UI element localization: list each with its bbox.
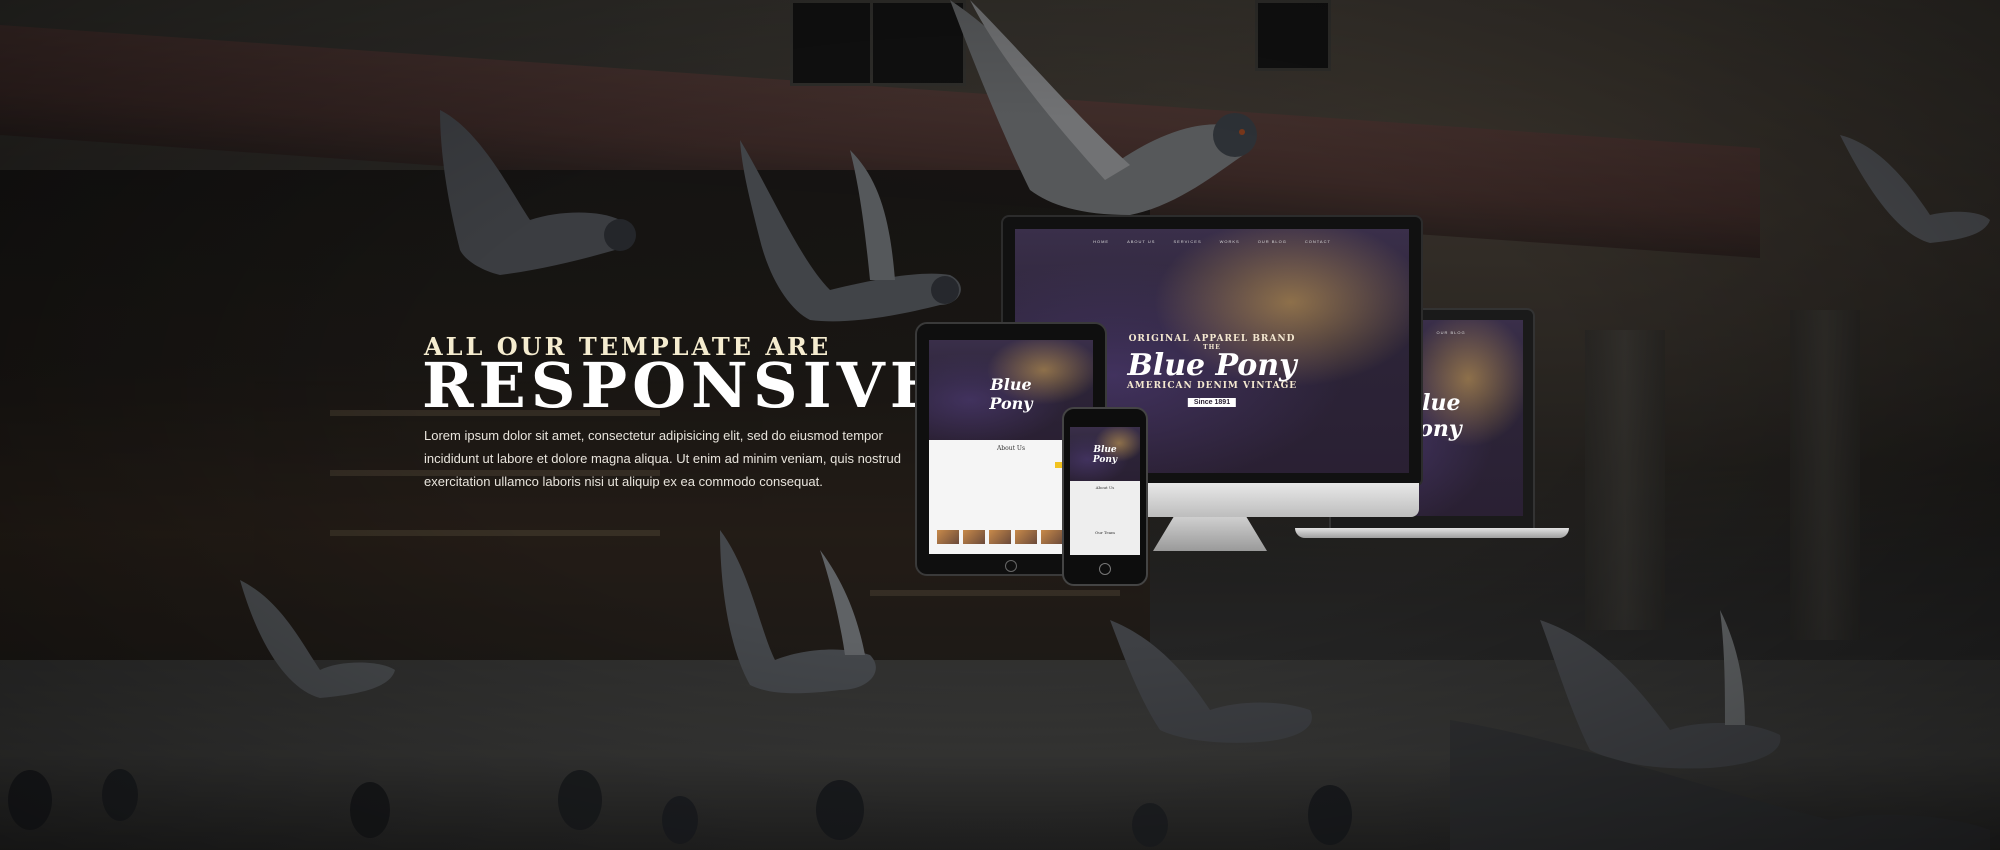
hero-title: RESPONSIVE <box>422 349 942 422</box>
hero-description: Lorem ipsum dolor sit amet, consectetur … <box>424 428 901 489</box>
nav-item: ABOUT US <box>1127 239 1156 244</box>
brand-name: Blue Pony <box>989 375 1033 413</box>
thumbnail <box>937 530 959 544</box>
nav-item: CONTACT <box>1304 239 1331 244</box>
brand-tagline: ORIGINAL APPAREL BRAND <box>1128 334 1296 344</box>
brand-since: Since 1891 <box>1187 398 1237 407</box>
tablet-home-button <box>1005 560 1017 572</box>
thumbnail-row <box>937 530 1063 544</box>
thumbnail <box>1041 530 1063 544</box>
team-heading: Our Team <box>1095 530 1115 535</box>
nav-item: OUR BLOG <box>1436 330 1466 335</box>
site-nav: HOME ABOUT US SERVICES WORKS OUR BLOG CO… <box>1015 239 1409 244</box>
thumbnail <box>963 530 985 544</box>
brand-name: Blue Pony <box>1092 445 1118 465</box>
nav-item: SERVICES <box>1173 239 1202 244</box>
desktop-stand <box>1153 517 1267 551</box>
nav-item: WORKS <box>1219 239 1240 244</box>
about-heading: About Us <box>1095 485 1115 490</box>
phone-home-button <box>1099 563 1111 575</box>
nav-item: HOME <box>1093 239 1110 244</box>
site-logo: Blue Pony <box>1088 445 1123 465</box>
hero-section: ALL OUR TEMPLATE ARE RESPONSIVE Lorem ip… <box>0 0 2000 850</box>
phone-mockup: Blue Pony About Us Our Team <box>1062 407 1148 586</box>
laptop-base <box>1295 528 1569 538</box>
site-logo: ORIGINAL APPAREL BRAND THE Blue Pony AME… <box>1127 334 1297 409</box>
phone-screen: Blue Pony About Us Our Team <box>1070 427 1140 555</box>
brand-name: Blue Pony <box>1127 348 1297 383</box>
phone-hero: Blue Pony <box>1070 427 1140 481</box>
responsive-device-mockup: WORKS OUR BLOG Blue Pony HOME ABOUT US S… <box>915 215 1585 595</box>
nav-item: OUR BLOG <box>1257 239 1287 244</box>
site-logo: Blue Pony <box>970 375 1052 413</box>
thumbnail <box>989 530 1011 544</box>
brand-subline: AMERICAN DENIM VINTAGE <box>1126 381 1298 391</box>
thumbnail <box>1015 530 1037 544</box>
